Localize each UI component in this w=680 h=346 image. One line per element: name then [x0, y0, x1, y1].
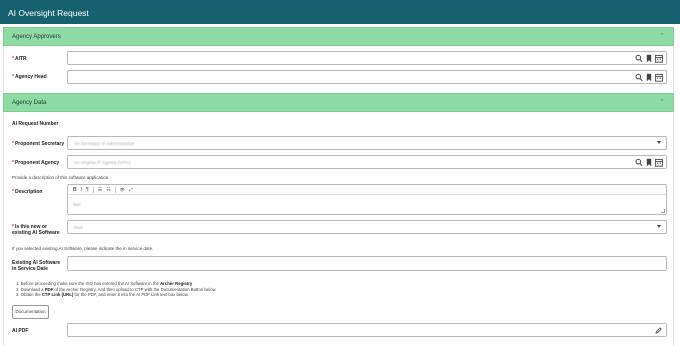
- in-service-help-text: If you selected existing AI Software, pl…: [12, 246, 154, 251]
- dropdown-arrow-icon[interactable]: [657, 141, 661, 144]
- existing-in-service-date-field[interactable]: [67, 256, 667, 271]
- field-label-aitr: *AITR: [12, 56, 27, 62]
- numbered-list-button[interactable]: ☷: [106, 187, 110, 193]
- preview-icon[interactable]: 👁: [120, 187, 125, 192]
- toolbar-divider: [114, 186, 116, 193]
- search-icon[interactable]: [635, 54, 643, 63]
- required-marker: *: [12, 74, 14, 80]
- field-label-agency-head: *Agency Head: [12, 74, 47, 80]
- section-header-agency-approvers[interactable]: Agency Approvers ⌃: [3, 27, 674, 46]
- documentation-button[interactable]: Documentation: [12, 305, 49, 319]
- required-marker: *: [12, 160, 14, 166]
- required-marker: *: [12, 141, 14, 147]
- bulleted-list-button[interactable]: ☰: [98, 187, 102, 193]
- aitr-lookup-field[interactable]: [67, 51, 667, 65]
- section-title: Agency Approvers: [12, 34, 61, 40]
- instruction-step: 3. Obtain the CTP Link (URL) for the PDF…: [16, 292, 189, 297]
- toolbar-divider: [92, 186, 94, 193]
- window-title-bar: AI Oversight Request: [0, 0, 680, 24]
- agency-head-lookup-field[interactable]: [67, 70, 667, 84]
- ai-pdf-link-field[interactable]: [67, 323, 667, 337]
- section-header-agency-data[interactable]: Agency Data ⌃: [3, 93, 674, 112]
- expand-icon[interactable]: ⤢: [129, 187, 133, 193]
- field-label-ai-pdf: AI PDF: [12, 328, 29, 334]
- calendar-icon[interactable]: [655, 73, 663, 82]
- ai-request-number-label: AI Request Number: [12, 121, 59, 127]
- chevron-up-icon[interactable]: ⌃: [659, 32, 665, 40]
- window-title: AI Oversight Request: [8, 8, 89, 18]
- required-marker: *: [12, 56, 14, 62]
- italic-button[interactable]: I: [81, 187, 82, 193]
- new-or-existing-select[interactable]: New: [67, 220, 667, 234]
- bold-button[interactable]: B: [73, 187, 77, 193]
- field-label-proponent-secretary: *Proponent Secretary: [12, 141, 65, 147]
- search-icon[interactable]: [635, 73, 643, 82]
- calendar-icon[interactable]: [655, 158, 663, 167]
- upload-instructions-list: 1. Before proceeding make sure the ISO h…: [16, 281, 217, 298]
- select-value: New: [74, 225, 84, 230]
- pencil-icon[interactable]: [655, 327, 662, 334]
- field-label-proponent-agency: *Proponent Agency: [12, 160, 60, 166]
- field-value: VA Virginia IT Agency (VITA): [74, 160, 131, 165]
- proponent-secretary-select[interactable]: VA Secretary of Administration: [67, 136, 667, 150]
- calendar-icon[interactable]: [655, 54, 663, 63]
- rte-toolbar: B I ¶ ☰ ☷ 👁 ⤢: [68, 185, 666, 195]
- field-label-existing-in-service-date: Existing AI Software in Service Date: [12, 260, 61, 272]
- field-label-new-or-existing: *Is this new or existing AI Software: [12, 224, 60, 236]
- rte-content[interactable]: test: [73, 202, 80, 207]
- dropdown-arrow-icon[interactable]: [657, 225, 661, 228]
- resize-handle-icon[interactable]: [661, 209, 665, 213]
- field-label-description: *Description: [12, 189, 43, 195]
- required-marker: *: [12, 189, 14, 195]
- description-help-text: Provide a description of this software a…: [12, 175, 110, 180]
- section-title: Agency Data: [12, 100, 47, 106]
- description-rich-text-editor[interactable]: B I ¶ ☰ ☷ 👁 ⤢ test: [67, 184, 667, 215]
- paragraph-button[interactable]: ¶: [86, 187, 89, 193]
- bookmark-icon[interactable]: [645, 158, 653, 167]
- select-value: VA Secretary of Administration: [74, 141, 135, 146]
- bookmark-icon[interactable]: [645, 54, 653, 63]
- proponent-agency-lookup-field[interactable]: VA Virginia IT Agency (VITA): [67, 155, 667, 169]
- chevron-up-icon[interactable]: ⌃: [659, 98, 665, 106]
- search-icon[interactable]: [635, 158, 643, 167]
- bookmark-icon[interactable]: [645, 73, 653, 82]
